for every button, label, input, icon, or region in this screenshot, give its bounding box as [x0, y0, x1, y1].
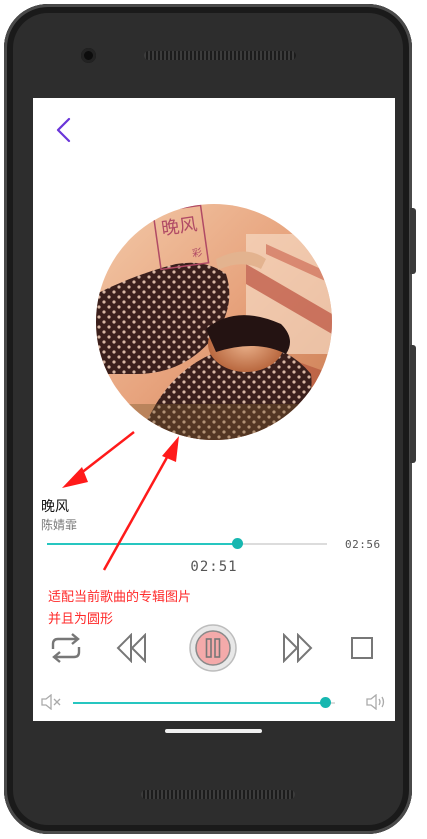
annotation-arrows [62, 431, 179, 571]
arrow-head-right [162, 436, 179, 462]
home-indicator[interactable] [165, 729, 262, 733]
